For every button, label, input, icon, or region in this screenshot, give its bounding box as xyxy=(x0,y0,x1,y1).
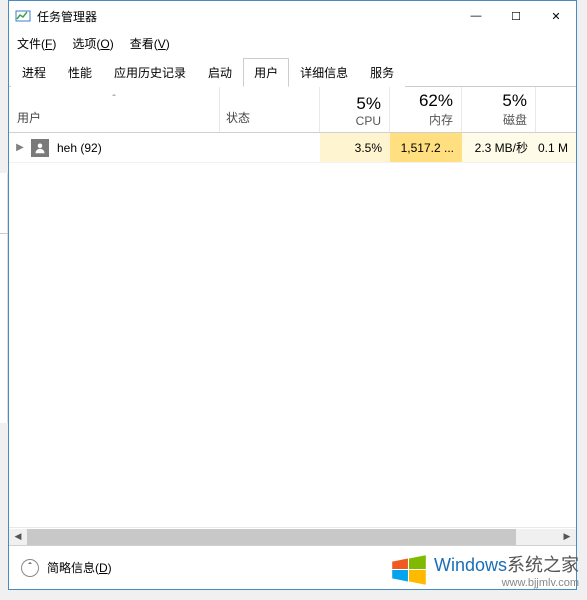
row-network: 0.1 M xyxy=(536,133,576,162)
tab-users[interactable]: 用户 xyxy=(243,58,289,87)
menu-file[interactable]: 文件(F) xyxy=(17,35,56,52)
tab-details[interactable]: 详细信息 xyxy=(289,58,359,87)
col-header-disk[interactable]: 5% 磁盘 xyxy=(461,87,535,132)
col-header-cpu[interactable]: 5% CPU xyxy=(319,87,389,132)
window-title: 任务管理器 xyxy=(37,8,456,25)
background-fragment xyxy=(0,173,8,423)
tab-performance[interactable]: 性能 xyxy=(57,58,103,87)
tab-startup[interactable]: 启动 xyxy=(197,58,243,87)
cpu-percent: 5% xyxy=(324,94,381,114)
table-row[interactable]: ▶ heh (92) 3.5% 1,517.2 ... 2.3 MB/秒 0.1… xyxy=(9,133,576,163)
menu-view[interactable]: 查看(V) xyxy=(130,35,170,52)
table-header: ˆ 用户 状态 5% CPU 62% 内存 5% 磁盘 xyxy=(9,87,576,133)
tab-apphistory[interactable]: 应用历史记录 xyxy=(103,58,197,87)
watermark: Windows系统之家 www.bjjmlv.com xyxy=(388,540,579,600)
tab-processes[interactable]: 进程 xyxy=(11,58,57,87)
tabbar: 进程 性能 应用历史记录 启动 用户 详细信息 服务 xyxy=(9,57,576,87)
col-header-user[interactable]: 用户 xyxy=(9,105,219,132)
close-button[interactable]: ✕ xyxy=(536,2,576,30)
titlebar[interactable]: 任务管理器 — ☐ ✕ xyxy=(9,1,576,31)
minimize-button[interactable]: — xyxy=(456,2,496,30)
row-cpu: 3.5% xyxy=(320,133,390,162)
row-disk: 2.3 MB/秒 xyxy=(462,133,536,162)
watermark-url: www.bjjmlv.com xyxy=(434,577,579,589)
windows-logo-icon xyxy=(388,549,430,591)
brief-info-link[interactable]: 简略信息(D) xyxy=(47,559,112,576)
disk-label: 磁盘 xyxy=(466,111,527,128)
watermark-text: Windows系统之家 xyxy=(434,551,579,577)
task-manager-window: 任务管理器 — ☐ ✕ 文件(F) 选项(O) 查看(V) 进程 性能 应用历史… xyxy=(8,0,577,590)
menu-options[interactable]: 选项(O) xyxy=(72,35,113,52)
app-icon xyxy=(15,8,31,24)
menubar: 文件(F) 选项(O) 查看(V) xyxy=(9,31,576,55)
table-body: ▶ heh (92) 3.5% 1,517.2 ... 2.3 MB/秒 0.1… xyxy=(9,133,576,527)
memory-percent: 62% xyxy=(394,91,453,111)
col-header-network[interactable] xyxy=(535,87,575,132)
user-name: heh (92) xyxy=(57,141,220,155)
content-area: ˆ 用户 状态 5% CPU 62% 内存 5% 磁盘 ▶ xyxy=(9,87,576,589)
col-header-status[interactable]: 状态 xyxy=(219,87,319,132)
sort-indicator[interactable]: ˆ xyxy=(9,87,219,105)
cpu-label: CPU xyxy=(324,114,381,128)
disk-percent: 5% xyxy=(466,91,527,111)
user-icon xyxy=(31,139,49,157)
col-header-memory[interactable]: 62% 内存 xyxy=(389,87,461,132)
chevron-up-icon[interactable]: ˆ xyxy=(21,559,39,577)
maximize-button[interactable]: ☐ xyxy=(496,2,536,30)
row-memory: 1,517.2 ... xyxy=(390,133,462,162)
memory-label: 内存 xyxy=(394,111,453,128)
tab-services[interactable]: 服务 xyxy=(359,58,405,87)
expand-icon[interactable]: ▶ xyxy=(9,142,31,153)
scroll-left-icon[interactable]: ◀ xyxy=(9,529,27,545)
